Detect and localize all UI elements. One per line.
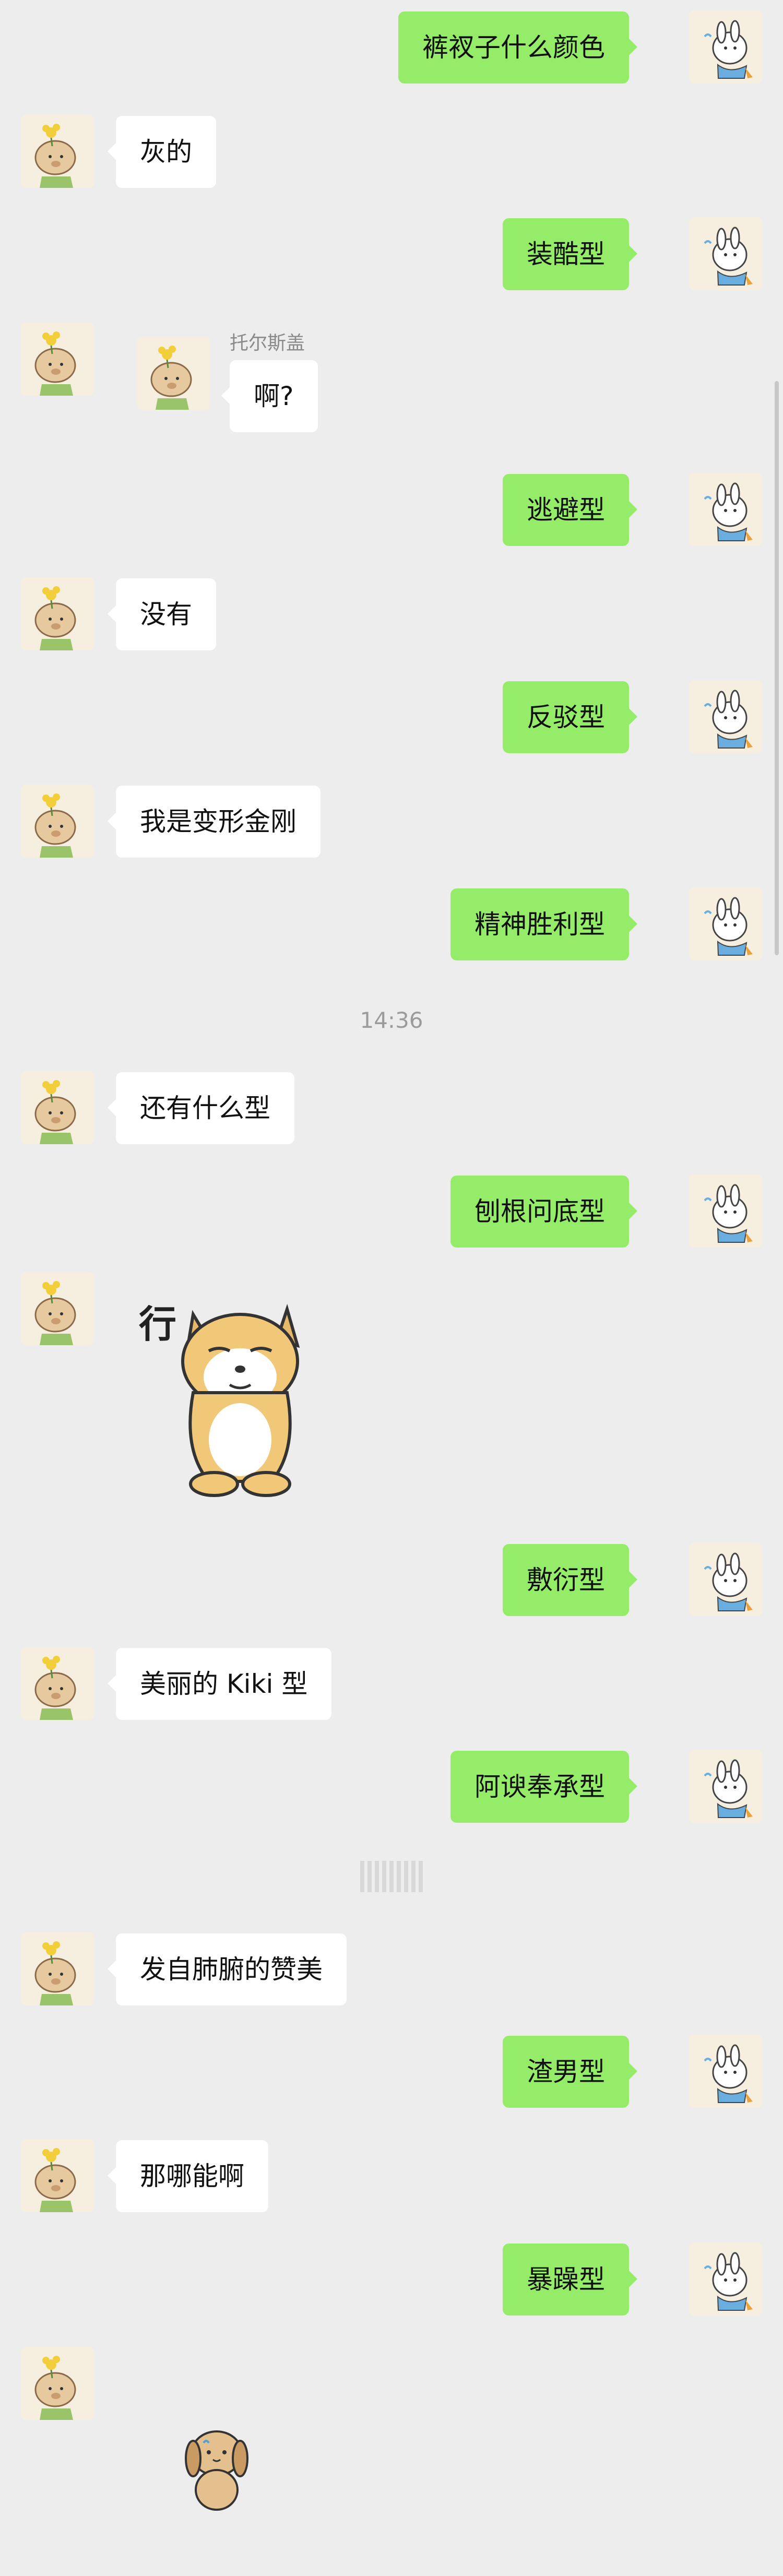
my-avatar[interactable]: [689, 680, 762, 753]
my-avatar[interactable]: [689, 2035, 762, 2108]
contact-avatar[interactable]: [21, 2347, 94, 2420]
cartoon-rabbit-icon: [689, 680, 762, 753]
cartoon-bear-icon: [21, 1272, 94, 1345]
message-bubble[interactable]: 我是变形金刚: [108, 786, 321, 858]
my-avatar[interactable]: [689, 2242, 762, 2316]
contact-avatar[interactable]: [21, 2139, 94, 2212]
scrollbar[interactable]: [775, 381, 779, 955]
message-bubble[interactable]: 灰的: [108, 116, 216, 188]
cartoon-rabbit-icon: [689, 217, 762, 290]
my-avatar[interactable]: [689, 217, 762, 290]
message-bubble[interactable]: 发自肺腑的赞美: [108, 1933, 347, 2005]
cartoon-rabbit-icon: [689, 2035, 762, 2108]
contact-avatar[interactable]: [21, 1932, 94, 2005]
cartoon-bear-icon: [21, 1071, 94, 1144]
cartoon-rabbit-icon: [689, 1750, 762, 1823]
message-bubble[interactable]: 装酷型: [503, 218, 637, 290]
cartoon-bear-icon: [21, 1647, 94, 1720]
contact-avatar[interactable]: [21, 323, 94, 396]
cartoon-bear-icon: [21, 1932, 94, 2005]
sender-name: 托尔斯盖: [230, 333, 305, 354]
cartoon-rabbit-icon: [689, 887, 762, 960]
shiba-dog-sticker[interactable]: 行: [136, 1293, 334, 1502]
cartoon-rabbit-icon: [689, 473, 762, 546]
contact-avatar[interactable]: [21, 785, 94, 858]
message-bubble[interactable]: 那哪能啊: [108, 2140, 268, 2212]
cartoon-rabbit-icon: [689, 10, 762, 84]
puppy-sticker[interactable]: [172, 2422, 261, 2516]
message-bubble[interactable]: 逃避型: [503, 474, 637, 546]
timestamp: 14:36: [360, 1007, 423, 1033]
contact-avatar[interactable]: [137, 337, 210, 410]
my-avatar[interactable]: [689, 1174, 762, 1248]
contact-avatar[interactable]: [21, 1647, 94, 1720]
cartoon-bear-icon: [21, 785, 94, 858]
cartoon-bear-icon: [21, 577, 94, 650]
my-avatar[interactable]: [689, 10, 762, 84]
garbled-timestamp: [360, 1861, 423, 1892]
cartoon-rabbit-icon: [689, 1174, 762, 1248]
contact-avatar[interactable]: [21, 1071, 94, 1144]
message-bubble[interactable]: 美丽的 Kiki 型: [107, 1648, 332, 1720]
message-bubble[interactable]: 暴躁型: [503, 2243, 637, 2316]
cartoon-bear-icon: [21, 2347, 94, 2420]
contact-avatar[interactable]: [21, 115, 94, 188]
message-bubble[interactable]: 啊?: [221, 360, 318, 432]
puppy-icon: [185, 2430, 248, 2511]
contact-avatar[interactable]: [21, 1272, 94, 1345]
message-bubble[interactable]: 没有: [108, 578, 216, 650]
cartoon-bear-icon: [21, 115, 94, 188]
my-avatar[interactable]: [689, 473, 762, 546]
cartoon-bear-icon: [21, 323, 94, 396]
cartoon-rabbit-icon: [689, 1543, 762, 1616]
message-bubble[interactable]: 反驳型: [503, 681, 637, 753]
cartoon-bear-icon: [137, 337, 210, 410]
my-avatar[interactable]: [689, 887, 762, 960]
my-avatar[interactable]: [689, 1750, 762, 1823]
message-bubble[interactable]: 阿谀奉承型: [450, 1751, 637, 1823]
my-avatar[interactable]: [689, 1543, 762, 1616]
message-bubble[interactable]: 渣男型: [503, 2036, 637, 2108]
message-bubble[interactable]: 裤衩子什么颜色: [398, 11, 637, 84]
cartoon-rabbit-icon: [689, 2242, 762, 2316]
shiba-dog-icon: [181, 1303, 300, 1497]
message-bubble[interactable]: 精神胜利型: [450, 888, 637, 960]
message-bubble[interactable]: 还有什么型: [108, 1072, 294, 1144]
cartoon-bear-icon: [21, 2139, 94, 2212]
contact-avatar[interactable]: [21, 577, 94, 650]
message-bubble[interactable]: 敷衍型: [503, 1544, 637, 1616]
message-bubble[interactable]: 刨根问底型: [450, 1176, 637, 1248]
